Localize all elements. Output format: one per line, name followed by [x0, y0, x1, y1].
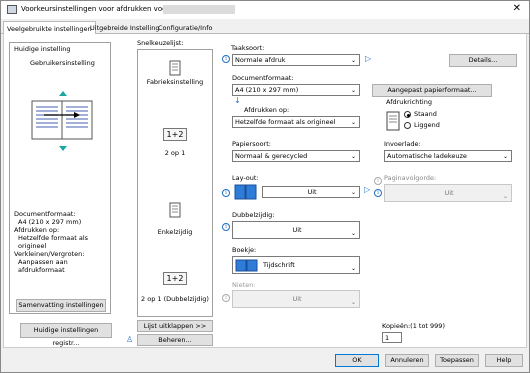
- arrow-down-icon: ↓: [234, 96, 241, 105]
- summary-line: Afdrukken op:: [14, 226, 60, 234]
- info-icon: i: [374, 177, 382, 185]
- factory-doc-icon: [169, 60, 181, 76]
- two-up-icon: 1+2: [162, 128, 188, 141]
- input-tray-select[interactable]: Automatische ladekeuze ⌄: [384, 150, 512, 162]
- two-up-duplex-icon: 1+2: [162, 272, 188, 285]
- title-bar: Voorkeursinstellingen voor afdrukken voo…: [1, 1, 529, 19]
- input-tray-label: Invoerlade:: [384, 140, 421, 148]
- orientation-landscape-label: Liggend: [414, 121, 440, 129]
- settings-panel: Huidige instelling Gebruikersinstelling: [3, 34, 527, 348]
- arrow-right-icon: ▷: [364, 185, 371, 194]
- current-setting-label: Huidige instelling: [14, 45, 71, 53]
- layout-pages-icon: [234, 184, 257, 200]
- tab-advanced-settings[interactable]: Uitgebreide Instelling: [87, 23, 163, 34]
- tab-common-settings[interactable]: Veelgebruikte instellingen: [3, 21, 96, 35]
- duplex-select[interactable]: Uit ⌄: [232, 221, 360, 239]
- summary-line: A4 (210 x 297 mm): [18, 218, 82, 226]
- booklet-icon: [235, 259, 258, 272]
- summary-line: Verkleinen/Vergroten:: [14, 250, 85, 258]
- info-icon[interactable]: i: [374, 189, 382, 197]
- settings-summary-button[interactable]: Samenvatting instellingen: [16, 299, 106, 312]
- staple-label: Nieten:: [232, 281, 256, 289]
- paper-type-label: Papiersoort:: [232, 140, 271, 148]
- window-title: Voorkeursinstellingen voor afdrukken voo…: [21, 5, 170, 13]
- portrait-page-icon: [386, 111, 400, 131]
- quick-item-label: 2 op 1: [164, 149, 186, 157]
- custom-paper-size-button[interactable]: Aangepast papierformaat...: [372, 84, 492, 97]
- manage-button[interactable]: Beheren...: [137, 334, 213, 346]
- info-icon[interactable]: i: [222, 55, 230, 63]
- help-button[interactable]: Help: [485, 354, 523, 367]
- expand-list-button[interactable]: Lijst uitklappen >>: [137, 320, 213, 332]
- job-type-label: Taaksoort:: [231, 44, 265, 52]
- quick-item-label: Enkelzijdig: [157, 228, 193, 236]
- apply-button[interactable]: Toepassen: [435, 354, 479, 367]
- summary-line: Aanpassen aan afdrukformaat: [18, 258, 68, 274]
- close-icon[interactable]: ✕: [513, 3, 521, 14]
- ok-button[interactable]: OK: [335, 354, 379, 367]
- copies-label: Kopieën:(1 tot 999): [382, 322, 445, 330]
- print-preferences-window: Voorkeursinstellingen voor afdrukken voo…: [0, 0, 530, 373]
- quick-item-factory[interactable]: Fabrieksinstelling: [138, 60, 212, 86]
- settings-summary: Documentformaat: A4 (210 x 297 mm) Afdru…: [14, 210, 110, 274]
- quick-item-2-on-1-duplex[interactable]: 1+2 2 op 1 (Dubbelzijdig): [138, 272, 212, 303]
- page-order-select: Uit ⌄: [384, 184, 512, 202]
- layout-label: Lay-out:: [232, 174, 259, 182]
- page-order-label: Paginavolgorde:: [384, 174, 437, 182]
- orientation-label: Afdrukrichting: [386, 98, 432, 106]
- tab-bar: Veelgebruikte instellingen Uitgebreide I…: [1, 21, 529, 35]
- booklet-preview-image: [31, 91, 93, 151]
- doc-size-select[interactable]: A4 (210 x 297 mm) ⌄: [232, 84, 360, 96]
- orientation-portrait-label: Staand: [414, 110, 437, 118]
- current-setting-value: Gebruikersinstelling: [30, 59, 95, 67]
- booklet-label: Boekje:: [232, 246, 257, 254]
- copies-input[interactable]: 1: [382, 332, 402, 343]
- info-icon: i: [222, 294, 230, 302]
- job-type-select[interactable]: Normale afdruk ⌄: [232, 54, 360, 66]
- quick-item-2-on-1[interactable]: 1+2 2 op 1: [138, 128, 212, 157]
- paper-type-select[interactable]: Normaal & gerecycled ⌄: [232, 150, 360, 162]
- duplex-label: Dubbelzijdig:: [232, 211, 275, 219]
- current-settings-box: Huidige instelling Gebruikersinstelling: [9, 42, 111, 314]
- register-current-settings-button[interactable]: Huidige instellingen registr...: [20, 323, 112, 347]
- booklet-select[interactable]: Tijdschrift ⌄: [232, 256, 360, 274]
- printer-app-icon: [7, 5, 17, 14]
- quick-list-label: Snelkeuzelijst:: [137, 39, 184, 47]
- summary-line: Hetzelfde formaat als origineel: [18, 234, 89, 250]
- doc-size-label: Documentformaat:: [232, 74, 294, 82]
- single-sided-icon: [169, 202, 181, 218]
- print-on-select[interactable]: Hetzelfde formaat als origineel ⌄: [232, 116, 360, 128]
- staple-select: Uit ⌄: [232, 290, 360, 308]
- printer-name-redacted: [163, 5, 235, 14]
- orientation-landscape-radio[interactable]: [404, 122, 411, 129]
- print-on-label: Afdrukken op:: [244, 106, 290, 114]
- quick-item-single-sided[interactable]: Enkelzijdig: [138, 202, 212, 236]
- tab-configuration-info[interactable]: Configuratie/Info: [155, 23, 215, 34]
- quick-item-label: Fabrieksinstelling: [146, 78, 204, 86]
- info-icon[interactable]: i: [222, 189, 230, 197]
- quick-item-label: 2 op 1 (Dubbelzijdig): [141, 295, 209, 303]
- arrow-right-icon: ▷: [365, 54, 372, 63]
- quick-list[interactable]: Fabrieksinstelling 1+2 2 op 1 Enkelzijdi…: [137, 49, 213, 317]
- layout-select[interactable]: Uit ⌄: [262, 186, 360, 198]
- orientation-portrait-radio[interactable]: [404, 111, 411, 118]
- cancel-button[interactable]: Annuleren: [385, 354, 429, 367]
- info-icon[interactable]: i: [222, 223, 230, 231]
- summary-line: Documentformaat:: [14, 210, 76, 218]
- details-button[interactable]: Details...: [449, 54, 517, 67]
- user-icon: ♙: [126, 335, 134, 344]
